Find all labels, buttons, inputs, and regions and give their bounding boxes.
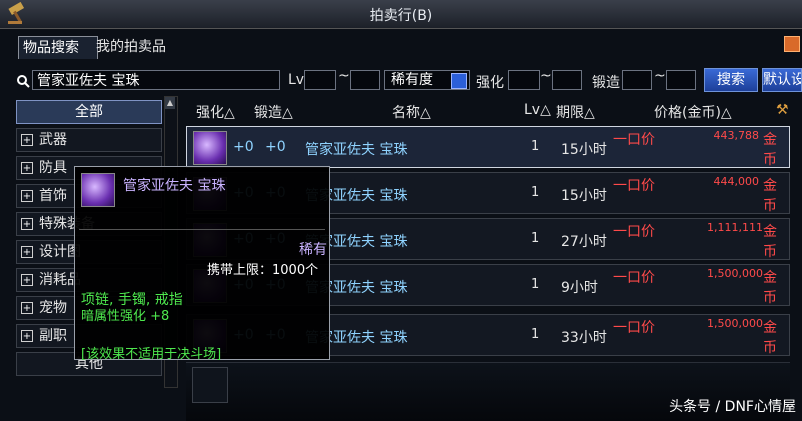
row-buyout-label: 一口价 — [613, 178, 655, 194]
lv-max-field[interactable] — [350, 70, 380, 90]
row-forge: +0 — [265, 139, 286, 155]
table-row[interactable]: +0 +0 管家亚佐夫 宝珠 1 15小时 一口价 443,788 金币 — [186, 126, 790, 168]
expand-icon[interactable]: + — [21, 302, 33, 314]
tooltip-carry-limit: 携带上限：1000个 — [207, 263, 319, 278]
tab-my-auctions[interactable]: 我的拍卖品 — [92, 36, 184, 58]
enhance-min-field[interactable] — [508, 70, 540, 90]
tooltip-divider — [79, 229, 325, 230]
forge-min-field[interactable] — [622, 70, 652, 90]
close-icon[interactable] — [784, 36, 800, 52]
enhance-label: 强化 — [476, 75, 504, 91]
scroll-up-icon[interactable]: ▲ — [165, 97, 175, 109]
sidebar-item-label: 武器 — [39, 132, 67, 148]
hammer-sort-icon[interactable]: ⚒ — [776, 102, 789, 118]
row-time: 33小时 — [561, 330, 607, 346]
expand-icon[interactable]: + — [21, 162, 33, 174]
expand-icon[interactable]: + — [21, 190, 33, 202]
lv-min-field[interactable] — [304, 70, 336, 90]
column-header-name[interactable]: 名称△ — [392, 102, 431, 122]
sidebar-item-label: 副职 — [39, 328, 67, 344]
row-lv: 1 — [531, 231, 540, 246]
row-time: 9小时 — [561, 280, 598, 296]
range-separator: ~ — [654, 68, 666, 84]
title-bar: 拍卖行(B) — [0, 0, 802, 29]
row-time: 15小时 — [561, 188, 607, 204]
orb-item-icon — [193, 131, 227, 165]
row-buyout-label: 一口价 — [613, 224, 655, 240]
expand-icon[interactable]: + — [21, 274, 33, 286]
range-separator: ~ — [540, 68, 552, 84]
search-icon — [17, 75, 30, 88]
row-currency: 金币 — [763, 178, 777, 214]
sidebar-item-label: 防具 — [39, 160, 67, 176]
sidebar-item-label: 宠物 — [39, 300, 67, 316]
window-title: 拍卖行(B) — [369, 8, 433, 24]
sidebar-item-weapons[interactable]: + 武器 — [16, 128, 162, 152]
tooltip-stat: 暗属性强化 +8 — [81, 309, 170, 324]
tooltip-item-name: 管家亚佐夫 宝珠 — [123, 178, 226, 194]
column-header-price[interactable]: 价格(金币)△ — [654, 102, 732, 122]
column-header-period[interactable]: 期限△ — [556, 102, 595, 122]
column-header-lv[interactable]: Lv△ — [524, 102, 551, 118]
row-currency: 金币 — [763, 270, 777, 306]
row-lv: 1 — [531, 139, 540, 154]
rarity-dropdown[interactable]: 稀有度 — [384, 70, 470, 90]
tooltip-note: [该效果不适用于决斗场] — [81, 347, 222, 362]
forge-label: 锻造 — [592, 75, 620, 91]
tooltip-rarity: 稀有 — [299, 242, 327, 258]
row-price: 1,500,000 — [707, 267, 763, 280]
search-input[interactable]: 管家亚佐夫 宝珠 — [32, 70, 280, 90]
row-currency: 金币 — [763, 320, 777, 356]
row-buyout-label: 一口价 — [613, 320, 655, 336]
search-row: 管家亚佐夫 宝珠 Lv ~ 稀有度 强化 ~ 锻造 ~ 搜索 默认设 — [10, 68, 802, 94]
tab-item-search[interactable]: 物品搜索 — [18, 36, 98, 59]
row-price: 1,111,111 — [707, 221, 763, 234]
row-price: 1,500,000 — [707, 317, 763, 330]
row-buyout-label: 一口价 — [613, 132, 655, 148]
sidebar-item-all[interactable]: 全部 — [16, 100, 162, 124]
enhance-max-field[interactable] — [552, 70, 582, 90]
column-header-enhance[interactable]: 强化△ — [196, 102, 235, 122]
search-button[interactable]: 搜索 — [704, 68, 758, 92]
row-name: 管家亚佐夫 宝珠 — [305, 142, 408, 158]
expand-icon[interactable]: + — [21, 134, 33, 146]
range-separator: ~ — [338, 68, 350, 84]
row-lv: 1 — [531, 277, 540, 292]
row-lv: 1 — [531, 327, 540, 342]
empty-item-slot[interactable] — [192, 367, 228, 403]
default-settings-button[interactable]: 默认设 — [762, 68, 802, 92]
row-price: 444,000 — [713, 175, 760, 188]
forge-max-field[interactable] — [666, 70, 696, 90]
row-currency: 金币 — [763, 132, 777, 168]
sidebar-item-label: 首饰 — [39, 188, 67, 204]
row-lv: 1 — [531, 185, 540, 200]
column-header-forge[interactable]: 锻造△ — [254, 102, 293, 122]
chevron-down-icon[interactable] — [451, 73, 467, 89]
expand-icon[interactable]: + — [21, 218, 33, 230]
lv-label: Lv — [288, 72, 305, 88]
rarity-label: 稀有度 — [391, 72, 433, 88]
expand-icon[interactable]: + — [21, 330, 33, 342]
row-time: 27小时 — [561, 234, 607, 250]
expand-icon[interactable]: + — [21, 246, 33, 258]
orb-item-icon — [81, 173, 115, 207]
row-time: 15小时 — [561, 142, 607, 158]
row-price: 443,788 — [713, 129, 760, 142]
row-buyout-label: 一口价 — [613, 270, 655, 286]
item-tooltip: 管家亚佐夫 宝珠 稀有 携带上限：1000个 项链, 手镯, 戒指 暗属性强化 … — [74, 166, 330, 362]
row-currency: 金币 — [763, 224, 777, 260]
row-enhance: +0 — [233, 139, 254, 155]
watermark: 头条号 / DNF心情屋 — [669, 399, 796, 415]
